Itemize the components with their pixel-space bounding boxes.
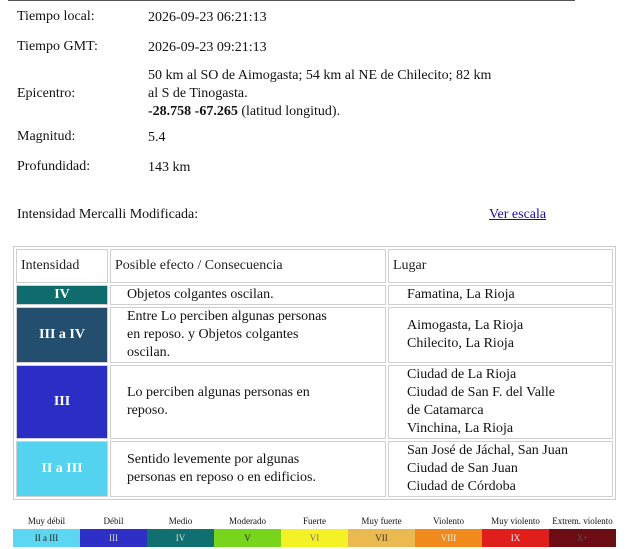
epicenter-coords: -28.758 -67.265 — [148, 104, 238, 119]
gmt-time-label: Tiempo GMT: — [17, 39, 98, 54]
scale-item-muy-debil: Muy débil II a III — [13, 516, 80, 548]
header-lugar: Lugar — [388, 249, 613, 283]
scale-swatch: VI — [281, 529, 348, 547]
intensity-badge: III — [16, 365, 108, 439]
ver-escala-link[interactable]: Ver escala — [489, 207, 546, 223]
scale-name: Fuerte — [303, 516, 326, 526]
place-line: Ciudad de Córdoba — [407, 479, 516, 494]
scale-item-debil: Débil III — [80, 516, 147, 548]
scale-swatch: VIII — [415, 529, 482, 547]
effect-cell: Entre Lo perciben algunas personas en re… — [110, 307, 386, 363]
effect-line: reposo. — [127, 403, 168, 418]
table-header-row: Intensidad Posible efecto / Consecuencia… — [16, 249, 613, 283]
effect-cell: Lo perciben algunas personas en reposo. — [110, 365, 386, 439]
effect-line: personas en reposo o en edificios. — [127, 470, 316, 485]
gmt-time-value: 2026-09-23 09:21:13 — [148, 40, 267, 55]
scale-swatch: II a III — [13, 529, 80, 547]
place-cell: San José de Jáchal, San Juan Ciudad de S… — [388, 441, 613, 497]
place-cell: Aimogasta, La Rioja Chilecito, La Rioja — [388, 307, 613, 363]
effect-line: Entre Lo perciben algunas personas — [127, 309, 327, 324]
scale-item-muy-violento: Muy violento IX — [482, 516, 549, 548]
effect-line: Objetos colgantes oscilan. — [127, 287, 274, 302]
scale-name: Medio — [168, 516, 193, 526]
scale-item-violento: Violento VIII — [415, 516, 482, 548]
epicenter-coords-suffix: (latitud longitud). — [237, 104, 341, 119]
effect-cell: Objetos colgantes oscilan. — [110, 285, 386, 305]
scale-item-extrem-violento: Extrem. violento X+ — [549, 516, 616, 548]
table-row: IV Objetos colgantes oscilan. Famatina, … — [16, 285, 613, 305]
mercalli-scale-legend: Muy débil II a III Débil III Medio IV Mo… — [13, 516, 616, 548]
epicenter-value: 50 km al SO de Aimogasta; 54 km al NE de… — [148, 67, 568, 121]
place-line: Ciudad de La Rioja — [407, 367, 517, 382]
scale-item-moderado: Moderado V — [214, 516, 281, 548]
depth-label: Profundidad: — [17, 159, 91, 174]
place-line: Aimogasta, La Rioja — [407, 318, 524, 333]
effect-line: Sentido levemente por algunas — [127, 452, 300, 467]
scale-swatch: X+ — [549, 529, 616, 547]
header-intensidad: Intensidad — [16, 249, 108, 283]
place-line: Chilecito, La Rioja — [407, 336, 514, 351]
effect-line: en reposo. y Objetos colgantes — [127, 327, 299, 342]
table-row: III a IV Entre Lo perciben algunas perso… — [16, 307, 613, 363]
scale-name: Muy violento — [491, 516, 540, 526]
place-line: Ciudad de San Juan — [407, 461, 518, 476]
scale-name: Muy débil — [27, 516, 66, 526]
place-line: Vinchina, La Rioja — [407, 421, 514, 436]
magnitude-label: Magnitud: — [17, 129, 76, 144]
effect-line: Lo perciben algunas personas en — [127, 385, 310, 400]
place-line: de Catamarca — [407, 403, 484, 418]
mmi-title: Intensidad Mercalli Modificada: — [17, 207, 199, 222]
intensity-table: Intensidad Posible efecto / Consecuencia… — [13, 246, 616, 500]
scale-item-medio: Medio IV — [147, 516, 214, 548]
place-line: Famatina, La Rioja — [407, 287, 515, 302]
scale-name: Extrem. violento — [552, 516, 613, 526]
place-line: Ciudad de San F. del Valle — [407, 385, 555, 400]
local-time-value: 2026-09-23 06:21:13 — [148, 10, 267, 25]
scale-name: Débil — [103, 516, 124, 526]
intensity-badge: IV — [16, 285, 108, 305]
scale-item-fuerte: Fuerte VI — [281, 516, 348, 548]
top-divider — [8, 0, 575, 1]
epicenter-coords-line: -28.758 -67.265 (latitud longitud). — [148, 103, 568, 121]
local-time-label: Tiempo local: — [17, 9, 95, 24]
scale-swatch: V — [214, 529, 281, 547]
intensity-badge: II a III — [16, 441, 108, 497]
scale-swatch: VII — [348, 529, 415, 547]
epicenter-label: Epicentro: — [17, 86, 76, 101]
scale-swatch: IX — [482, 529, 549, 547]
scale-name: Moderado — [229, 516, 266, 526]
table-row: III Lo perciben algunas personas en repo… — [16, 365, 613, 439]
effect-cell: Sentido levemente por algunas personas e… — [110, 441, 386, 497]
header-efecto: Posible efecto / Consecuencia — [110, 249, 386, 283]
place-cell: Ciudad de La Rioja Ciudad de San F. del … — [388, 365, 613, 439]
intensity-badge: III a IV — [16, 307, 108, 363]
effect-line: oscilan. — [127, 345, 171, 360]
epicenter-line-1: 50 km al SO de Aimogasta; 54 km al NE de… — [148, 68, 492, 83]
place-line: San José de Jáchal, San Juan — [407, 443, 568, 458]
table-row: II a III Sentido levemente por algunas p… — [16, 441, 613, 497]
depth-value: 143 km — [148, 160, 191, 175]
scale-swatch: III — [80, 529, 147, 547]
scale-item-muy-fuerte: Muy fuerte VII — [348, 516, 415, 548]
epicenter-line-2: al S de Tinogasta. — [148, 86, 248, 101]
scale-name: Muy fuerte — [361, 516, 402, 526]
scale-name: Violento — [433, 516, 464, 526]
magnitude-value: 5.4 — [148, 130, 166, 145]
place-cell: Famatina, La Rioja — [388, 285, 613, 305]
scale-swatch: IV — [147, 529, 214, 547]
